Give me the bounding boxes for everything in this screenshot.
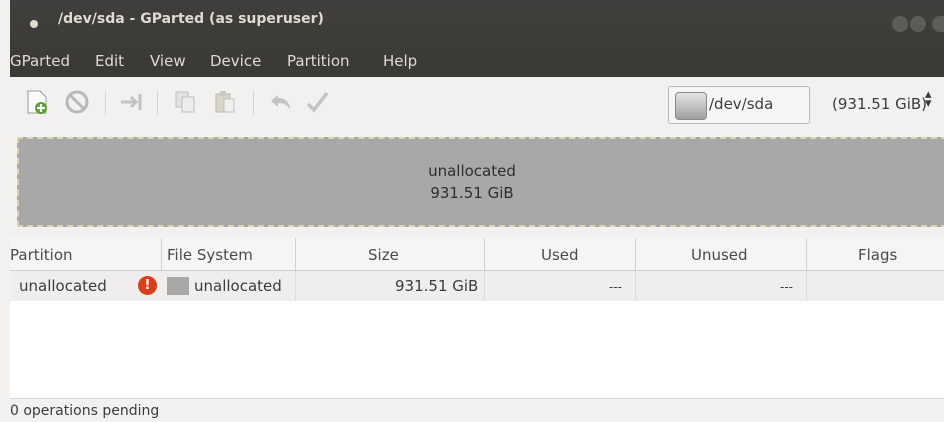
apply-icon[interactable] bbox=[304, 89, 330, 115]
cell-size: 931.51 GiB bbox=[395, 277, 479, 295]
device-spin-arrows-icon[interactable]: ▴ ▾ bbox=[925, 88, 932, 110]
row-separator bbox=[295, 271, 296, 301]
disk-map-label: unallocated bbox=[428, 162, 516, 180]
menu-device[interactable]: Device bbox=[210, 52, 261, 70]
resize-move-icon[interactable] bbox=[118, 89, 144, 115]
undo-icon[interactable] bbox=[268, 89, 294, 115]
column-separator[interactable] bbox=[635, 238, 636, 270]
maximize-icon[interactable] bbox=[910, 16, 926, 32]
column-separator[interactable] bbox=[484, 238, 485, 270]
device-name: /dev/sda bbox=[709, 95, 774, 113]
column-separator[interactable] bbox=[295, 238, 296, 270]
partition-table-header: Partition File System Size Used Unused F… bbox=[10, 238, 944, 271]
device-size: (931.51 GiB) bbox=[832, 95, 928, 113]
cell-unused: --- bbox=[780, 280, 793, 294]
warning-icon: ! bbox=[138, 276, 157, 295]
window-title: /dev/sda - GParted (as superuser) bbox=[58, 11, 324, 27]
new-partition-icon[interactable] bbox=[24, 89, 50, 115]
copy-icon[interactable] bbox=[172, 89, 198, 115]
minimize-icon[interactable] bbox=[892, 16, 908, 32]
column-size[interactable]: Size bbox=[368, 246, 399, 264]
menu-edit[interactable]: Edit bbox=[95, 52, 124, 70]
disk-map-size: 931.51 GiB bbox=[430, 184, 514, 202]
hard-disk-icon bbox=[675, 92, 707, 120]
close-icon[interactable] bbox=[932, 16, 944, 32]
column-used[interactable]: Used bbox=[541, 246, 579, 264]
column-separator[interactable] bbox=[161, 238, 162, 270]
cell-filesystem: unallocated bbox=[194, 277, 282, 295]
table-row[interactable]: unallocated ! unallocated 931.51 GiB ---… bbox=[10, 271, 944, 301]
menu-gparted[interactable]: GParted bbox=[10, 52, 70, 70]
row-separator bbox=[635, 271, 636, 301]
partition-table: unallocated ! unallocated 931.51 GiB ---… bbox=[10, 271, 944, 398]
device-selector[interactable]: /dev/sda bbox=[668, 86, 810, 124]
column-filesystem[interactable]: File System bbox=[167, 246, 253, 264]
menu-partition[interactable]: Partition bbox=[287, 52, 350, 70]
toolbar-separator bbox=[253, 91, 254, 115]
disk-map[interactable] bbox=[17, 137, 944, 227]
status-text: 0 operations pending bbox=[10, 403, 160, 419]
row-separator bbox=[484, 271, 485, 301]
cell-used: --- bbox=[609, 280, 622, 294]
toolbar-separator bbox=[105, 91, 106, 115]
menu-view[interactable]: View bbox=[150, 52, 186, 70]
menubar: GParted Edit View Device Partition Help bbox=[10, 44, 944, 77]
cell-partition: unallocated bbox=[19, 277, 107, 295]
row-separator bbox=[806, 271, 807, 301]
paste-icon[interactable] bbox=[212, 89, 238, 115]
column-flags[interactable]: Flags bbox=[858, 246, 897, 264]
status-bar: 0 operations pending bbox=[10, 398, 944, 422]
menu-help[interactable]: Help bbox=[383, 52, 417, 70]
window-menu-dot[interactable] bbox=[30, 20, 38, 28]
column-separator[interactable] bbox=[806, 238, 807, 270]
column-unused[interactable]: Unused bbox=[691, 246, 748, 264]
toolbar-separator bbox=[157, 91, 158, 115]
gparted-window: /dev/sda - GParted (as superuser) GParte… bbox=[0, 0, 944, 422]
column-partition[interactable]: Partition bbox=[10, 246, 73, 264]
delete-icon[interactable] bbox=[64, 89, 90, 115]
filesystem-color-swatch bbox=[167, 277, 189, 295]
